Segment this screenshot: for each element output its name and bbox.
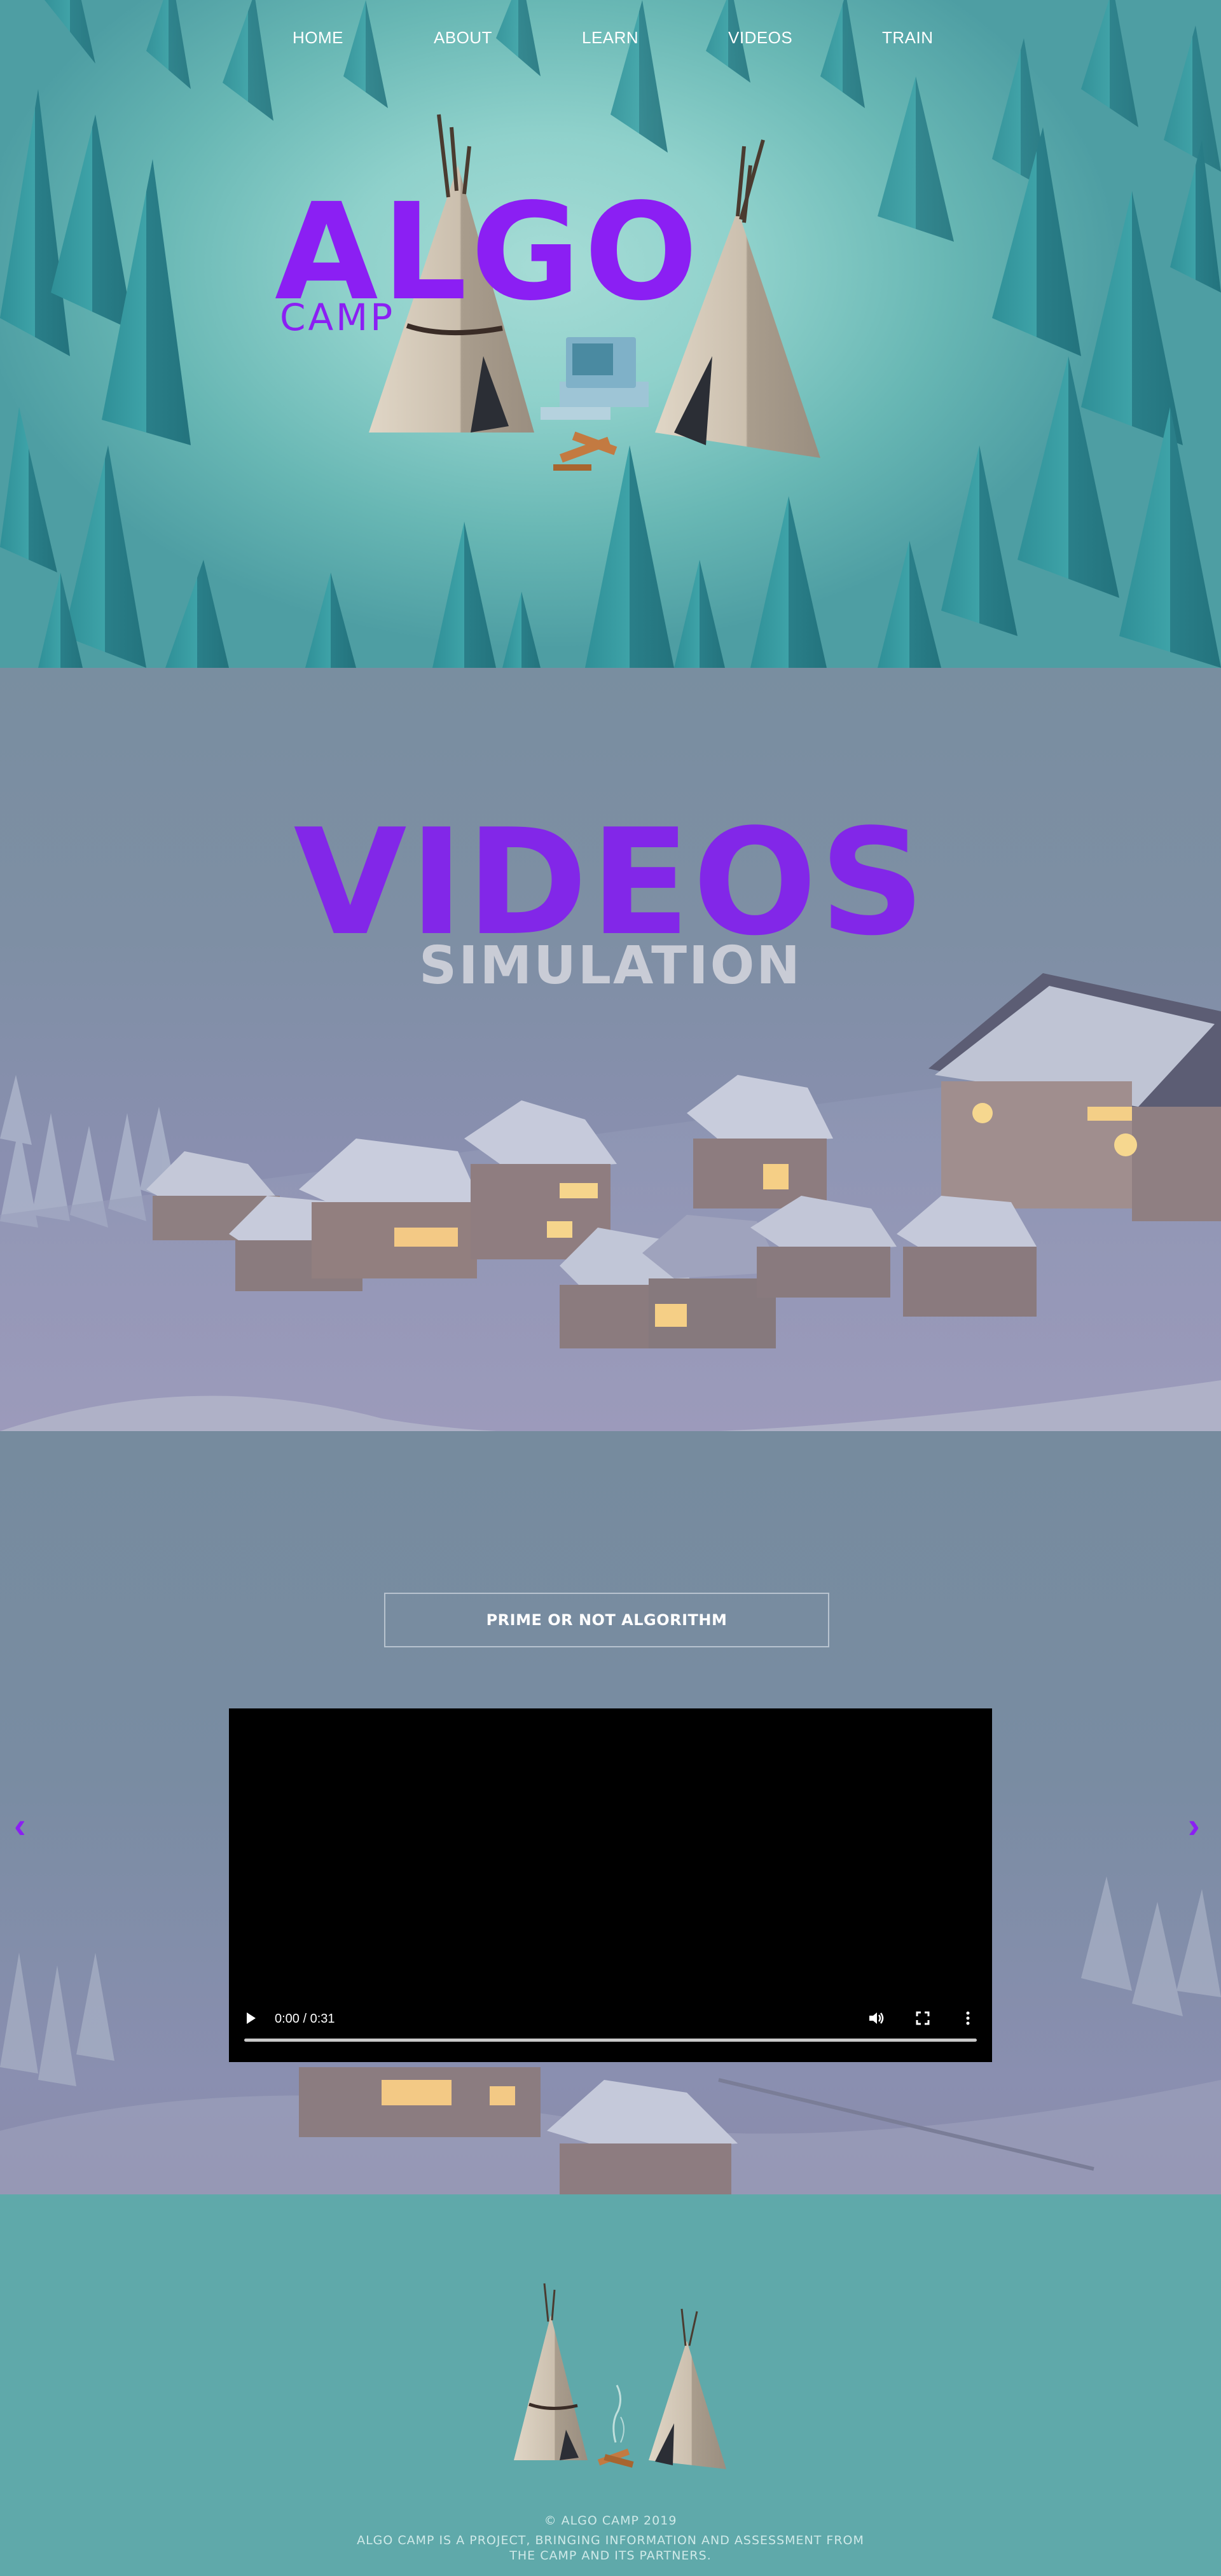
footer-camp-illustration bbox=[514, 2283, 726, 2469]
video-title-box: PRIME OR NOT ALGORITHM bbox=[384, 1593, 829, 1647]
video-player-section: PRIME OR NOT ALGORITHM ‹ › 0:00 / 0:31 bbox=[0, 1431, 1221, 2194]
next-video-arrow[interactable]: › bbox=[1188, 1808, 1200, 1843]
video-time: 0:00 / 0:31 bbox=[275, 2012, 335, 2026]
video-player[interactable]: 0:00 / 0:31 bbox=[229, 1708, 992, 2062]
footer-description: ALGO CAMP IS A PROJECT, BRINGING INFORMA… bbox=[357, 2533, 864, 2563]
video-progress-bar[interactable] bbox=[244, 2039, 977, 2042]
footer-copyright: © ALGO CAMP 2019 bbox=[544, 2514, 677, 2528]
winter-village-illustration bbox=[0, 973, 1221, 1431]
forest-camp-illustration bbox=[0, 0, 1221, 668]
footer: © ALGO CAMP 2019 ALGO CAMP IS A PROJECT,… bbox=[0, 2194, 1221, 2576]
volume-icon[interactable] bbox=[868, 2011, 885, 2029]
nav-home-link[interactable]: HOME bbox=[293, 28, 343, 48]
nav-learn-link[interactable]: LEARN bbox=[582, 28, 638, 48]
main-nav: HOME ABOUT LEARN VIDEOS TRAIN bbox=[0, 28, 1221, 51]
nav-train-link[interactable]: TRAIN bbox=[882, 28, 934, 48]
banner-title: VIDEOS bbox=[293, 798, 928, 968]
videos-banner: VIDEOS SIMULATION bbox=[0, 668, 1221, 1431]
video-controls: 0:00 / 0:31 bbox=[229, 2005, 992, 2062]
computer-illustration bbox=[541, 337, 649, 420]
nav-about-link[interactable]: ABOUT bbox=[434, 28, 492, 48]
prev-video-arrow[interactable]: ‹ bbox=[14, 1808, 26, 1843]
fullscreen-icon[interactable] bbox=[916, 2011, 930, 2029]
more-options-icon[interactable] bbox=[965, 2011, 970, 2029]
hero-section: HOME ABOUT LEARN VIDEOS TRAIN ALGO CAMP bbox=[0, 0, 1221, 668]
play-icon[interactable] bbox=[245, 2011, 257, 2029]
nav-videos-link[interactable]: VIDEOS bbox=[728, 28, 792, 48]
logo-subtitle: CAMP bbox=[280, 296, 396, 339]
video-title: PRIME OR NOT ALGORITHM bbox=[486, 1611, 728, 1629]
banner-subtitle: SIMULATION bbox=[419, 936, 802, 996]
